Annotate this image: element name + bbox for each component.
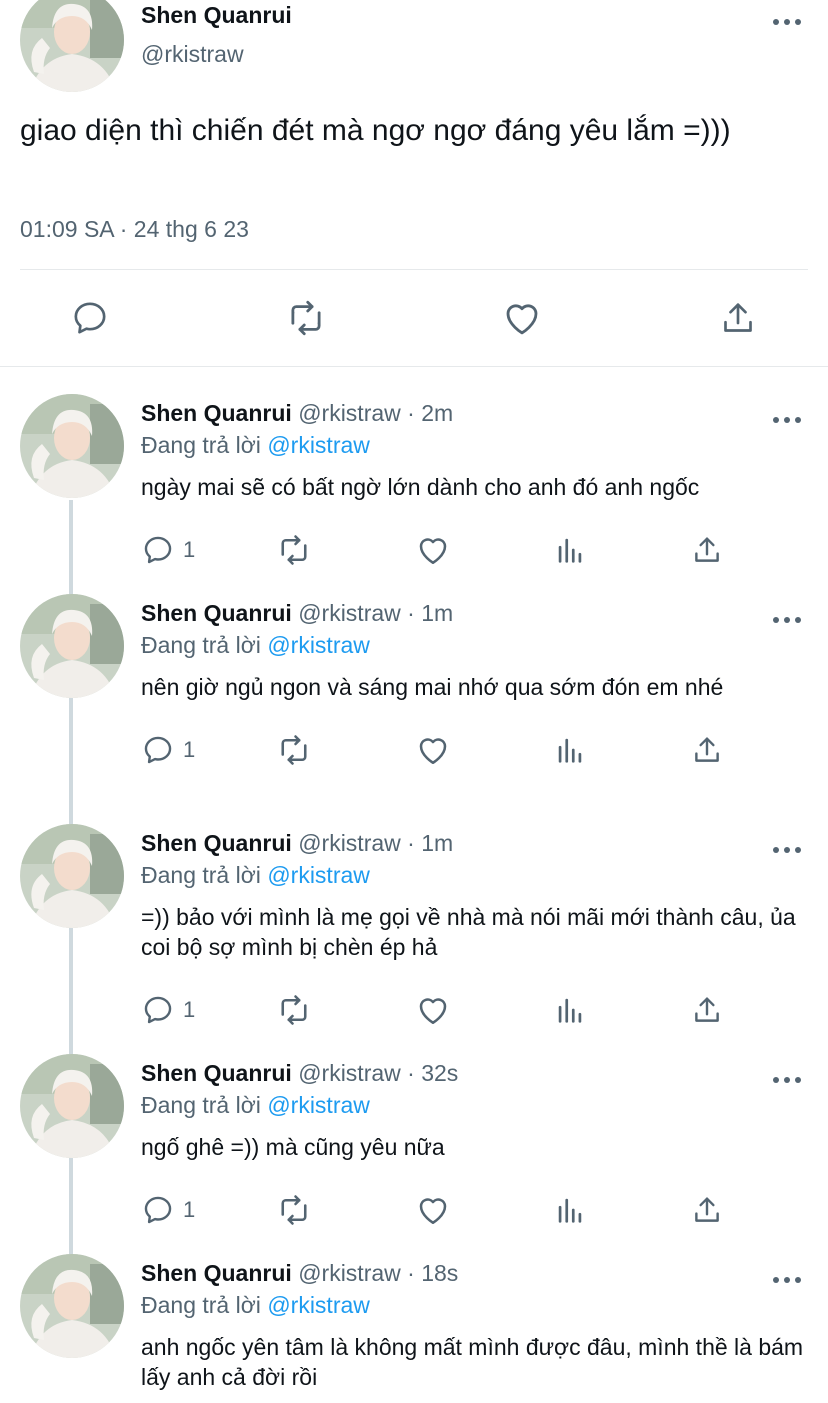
replying-to-label: Đang trả lời	[141, 1092, 261, 1118]
like-icon[interactable]	[415, 1192, 451, 1228]
tweet-timestamp[interactable]: 01:09 SA · 24 thg 6 23	[20, 216, 249, 243]
avatar-photo	[20, 1054, 124, 1158]
reply-button[interactable]: 1	[141, 532, 195, 568]
more-options-icon[interactable]	[770, 12, 804, 32]
more-options-icon[interactable]	[770, 410, 804, 430]
like-icon[interactable]	[500, 296, 544, 340]
replying-to-handle[interactable]: @rkistraw	[267, 1092, 370, 1118]
share-icon[interactable]	[716, 296, 760, 340]
reply-icon[interactable]	[141, 733, 175, 767]
share-icon[interactable]	[690, 732, 724, 768]
author-name[interactable]: Shen Quanrui	[141, 600, 292, 626]
retweet-icon[interactable]	[276, 732, 312, 768]
author-name[interactable]: Shen Quanrui	[141, 1060, 292, 1086]
avatar-photo	[20, 594, 124, 698]
main-tweet: Shen Quanrui @rkistraw giao diện thì chi…	[0, 0, 828, 366]
retweet-icon[interactable]	[276, 532, 312, 568]
tweet-text: ngày mai sẽ có bất ngờ lớn dành cho anh …	[141, 474, 700, 500]
reply-tweet[interactable]: Shen Quanrui @rkistraw · 2m Đang trả lời…	[0, 366, 828, 596]
replying-to-handle[interactable]: @rkistraw	[267, 432, 370, 458]
author-meta[interactable]: @rkistraw · 2m	[298, 400, 453, 426]
tweet-text: anh ngốc yên tâm là không mất mình được …	[141, 1334, 804, 1390]
author-meta[interactable]: @rkistraw · 18s	[298, 1260, 458, 1286]
replying-to: Đang trả lời @rkistraw	[141, 432, 370, 459]
avatar-photo	[20, 824, 124, 928]
replying-to: Đang trả lời @rkistraw	[141, 1292, 370, 1319]
tweet-text: nên giờ ngủ ngon và sáng mai nhớ qua sớm…	[141, 674, 724, 700]
replying-to-label: Đang trả lời	[141, 1292, 261, 1318]
author-name[interactable]: Shen Quanrui	[141, 400, 292, 426]
avatar[interactable]	[20, 394, 124, 498]
reply-button[interactable]: 1	[141, 1192, 195, 1228]
replying-to: Đang trả lời @rkistraw	[141, 862, 370, 889]
reply-tweet[interactable]: Shen Quanrui @rkistraw · 32s Đang trả lờ…	[0, 1026, 828, 1256]
like-icon[interactable]	[415, 992, 451, 1028]
more-options-icon[interactable]	[770, 1070, 804, 1090]
author-meta[interactable]: @rkistraw · 1m	[298, 600, 453, 626]
retweet-icon[interactable]	[276, 992, 312, 1028]
reply-button[interactable]: 1	[141, 732, 195, 768]
reply-header: Shen Quanrui @rkistraw · 1m	[141, 600, 453, 627]
like-icon[interactable]	[415, 532, 451, 568]
avatar[interactable]	[20, 0, 124, 92]
reply-count: 1	[183, 737, 196, 762]
replying-to: Đang trả lời @rkistraw	[141, 632, 370, 659]
share-icon[interactable]	[690, 992, 724, 1028]
avatar[interactable]	[20, 824, 124, 928]
avatar-photo	[20, 0, 124, 92]
reply-count: 1	[183, 997, 196, 1022]
reply-header: Shen Quanrui @rkistraw · 2m	[141, 400, 453, 427]
author-handle[interactable]: @rkistraw	[141, 41, 244, 68]
replying-to-label: Đang trả lời	[141, 632, 261, 658]
divider	[20, 269, 808, 270]
replying-to-handle[interactable]: @rkistraw	[267, 862, 370, 888]
tweet-text: giao diện thì chiến đét mà ngơ ngơ đáng …	[20, 114, 731, 147]
more-options-icon[interactable]	[770, 1270, 804, 1290]
analytics-icon[interactable]	[553, 1192, 587, 1228]
avatar[interactable]	[20, 1254, 124, 1358]
avatar-photo	[20, 1254, 124, 1358]
reply-icon[interactable]	[68, 296, 112, 340]
more-options-icon[interactable]	[770, 840, 804, 860]
reply-icon[interactable]	[141, 533, 175, 567]
more-options-icon[interactable]	[770, 610, 804, 630]
reply-tweet[interactable]: Shen Quanrui @rkistraw · 18s Đang trả lờ…	[0, 1226, 828, 1403]
tweet-text: ngố ghê =)) mà cũng yêu nữa	[141, 1134, 445, 1160]
share-icon[interactable]	[690, 532, 724, 568]
tweet-text: =)) bảo với mình là mẹ gọi về nhà mà nói…	[141, 904, 796, 960]
avatar[interactable]	[20, 1054, 124, 1158]
share-icon[interactable]	[690, 1192, 724, 1228]
reply-header: Shen Quanrui @rkistraw · 1m	[141, 830, 453, 857]
reply-header: Shen Quanrui @rkistraw · 18s	[141, 1260, 458, 1287]
analytics-icon[interactable]	[553, 732, 587, 768]
author-name[interactable]: Shen Quanrui	[141, 1260, 292, 1286]
reply-tweet[interactable]: Shen Quanrui @rkistraw · 1m Đang trả lời…	[0, 796, 828, 1026]
reply-icon[interactable]	[141, 1193, 175, 1227]
reply-count: 1	[183, 1197, 196, 1222]
retweet-icon[interactable]	[276, 1192, 312, 1228]
replying-to-handle[interactable]: @rkistraw	[267, 632, 370, 658]
author-name[interactable]: Shen Quanrui	[141, 2, 292, 29]
author-meta[interactable]: @rkistraw · 1m	[298, 830, 453, 856]
reply-button[interactable]: 1	[141, 992, 195, 1028]
reply-count: 1	[183, 537, 196, 562]
replying-to-handle[interactable]: @rkistraw	[267, 1292, 370, 1318]
avatar[interactable]	[20, 594, 124, 698]
replying-to-label: Đang trả lời	[141, 862, 261, 888]
retweet-icon[interactable]	[284, 296, 328, 340]
replying-to: Đang trả lời @rkistraw	[141, 1092, 370, 1119]
author-meta[interactable]: @rkistraw · 32s	[298, 1060, 458, 1086]
reply-header: Shen Quanrui @rkistraw · 32s	[141, 1060, 458, 1087]
analytics-icon[interactable]	[553, 532, 587, 568]
like-icon[interactable]	[415, 732, 451, 768]
replying-to-label: Đang trả lời	[141, 432, 261, 458]
reply-tweet[interactable]: Shen Quanrui @rkistraw · 1m Đang trả lời…	[0, 566, 828, 796]
avatar-photo	[20, 394, 124, 498]
reply-icon[interactable]	[141, 993, 175, 1027]
analytics-icon[interactable]	[553, 992, 587, 1028]
author-name[interactable]: Shen Quanrui	[141, 830, 292, 856]
